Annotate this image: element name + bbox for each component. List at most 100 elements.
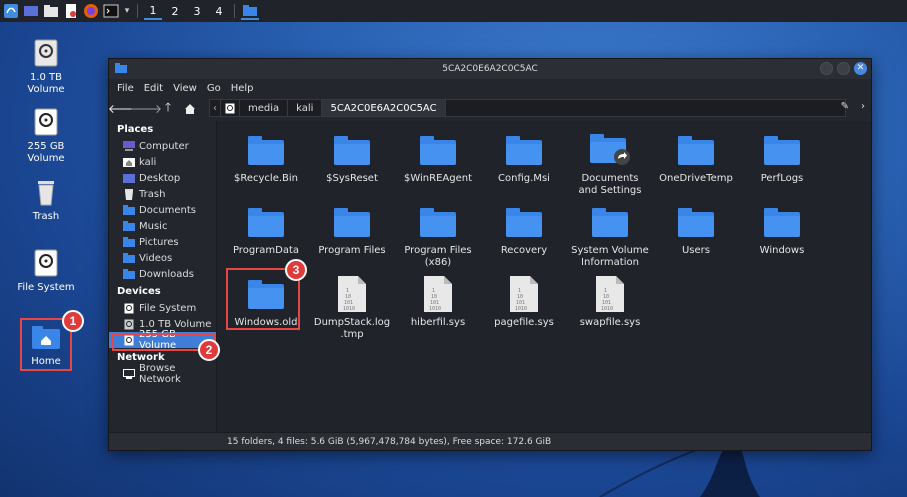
desktop-icon[interactable] xyxy=(23,3,39,19)
maximize-button[interactable] xyxy=(837,62,850,75)
binary-file-icon: 1 10 101 1010 xyxy=(332,274,372,314)
workspace-1[interactable]: 1 xyxy=(144,2,162,20)
minimize-button[interactable] xyxy=(820,62,833,75)
text-editor-icon[interactable] xyxy=(63,3,79,19)
file-item-recovery[interactable]: Recovery xyxy=(482,202,566,257)
file-item-label: $SysReset xyxy=(326,173,378,184)
sidebar-item-label: Desktop xyxy=(139,172,181,184)
desktop-icon-label: File System xyxy=(17,282,75,293)
path-crumb-media[interactable]: media xyxy=(240,100,289,116)
sidebar-item-file-system[interactable]: File System xyxy=(109,300,216,316)
file-item-pagefile-sys[interactable]: 1 10 101 1010 pagefile.sys xyxy=(482,274,566,329)
menu-edit[interactable]: Edit xyxy=(144,83,163,94)
sidebar-item-trash[interactable]: Trash xyxy=(109,186,216,202)
terminal-icon[interactable] xyxy=(103,3,119,19)
sidebar-item-downloads[interactable]: Downloads xyxy=(109,266,216,282)
file-item-dumpstack-log-tmp[interactable]: 1 10 101 1010 DumpStack.log.tmp xyxy=(310,274,394,341)
sidebar-item-label: Trash xyxy=(139,188,166,200)
workspace-3[interactable]: 3 xyxy=(188,2,206,20)
network-icon xyxy=(123,369,135,380)
desktop-folder-icon xyxy=(123,173,135,184)
window-titlebar[interactable]: 5CA2C0E6A2C0C5AC ✕ xyxy=(109,59,871,79)
home-icon[interactable] xyxy=(183,101,197,115)
desktop-icon-file-system[interactable]: File System xyxy=(16,248,76,294)
binary-file-icon: 1 10 101 1010 xyxy=(418,274,458,314)
sidebar-item-desktop[interactable]: Desktop xyxy=(109,170,216,186)
file-item-label: PerfLogs xyxy=(760,173,804,184)
desktop-icon-label: 255 GB Volume xyxy=(27,141,65,164)
file-item-recycle-bin[interactable]: $Recycle.Bin xyxy=(224,130,308,185)
path-scroll-left[interactable]: ‹ xyxy=(210,100,221,116)
desktop-icon-label: Trash xyxy=(32,211,60,222)
taskbar-file-manager[interactable] xyxy=(241,2,259,20)
sidebar-item-browse-network[interactable]: Browse Network xyxy=(109,363,216,385)
desktop-icon-trash[interactable]: Trash xyxy=(16,177,76,223)
menu-help[interactable]: Help xyxy=(231,83,254,94)
file-item-label: Recovery xyxy=(500,245,548,256)
kali-menu-icon[interactable] xyxy=(3,3,19,19)
desktop-icon-1tb-volume[interactable]: 1.0 TB Volume xyxy=(16,38,76,96)
file-item-label: swapfile.sys xyxy=(579,317,641,328)
folder-icon xyxy=(246,202,286,242)
file-item-swapfile-sys[interactable]: 1 10 101 1010 swapfile.sys xyxy=(568,274,652,329)
desktop-icon-label: 1.0 TB Volume xyxy=(27,72,65,95)
file-item-windows[interactable]: Windows xyxy=(740,202,824,257)
sidebar-item-computer[interactable]: Computer xyxy=(109,138,216,154)
file-item-label: DumpStack.log.tmp xyxy=(313,317,391,340)
file-item-system-volume-information[interactable]: System Volume Information xyxy=(568,202,652,269)
file-item-winreagent[interactable]: $WinREAgent xyxy=(396,130,480,185)
sidebar-item-videos[interactable]: Videos xyxy=(109,250,216,266)
svg-text:1010: 1010 xyxy=(601,306,613,312)
documents-folder-icon xyxy=(123,205,135,216)
close-button[interactable]: ✕ xyxy=(854,62,867,75)
workspace-4[interactable]: 4 xyxy=(210,2,228,20)
file-item-label: Config.Msi xyxy=(498,173,550,184)
up-arrow-icon[interactable]: 🡑 xyxy=(161,100,175,115)
forward-arrow-icon[interactable]: 🡒 xyxy=(130,101,162,116)
file-item-perflogs[interactable]: PerfLogs xyxy=(740,130,824,185)
sidebar-item-pictures[interactable]: Pictures xyxy=(109,234,216,250)
sidebar-item-music[interactable]: Music xyxy=(109,218,216,234)
sidebar-item-documents[interactable]: Documents xyxy=(109,202,216,218)
file-item-program-files-x86[interactable]: Program Files (x86) xyxy=(396,202,480,269)
trash-icon xyxy=(31,177,61,207)
path-scroll-right[interactable]: › xyxy=(861,101,865,112)
panel-separator xyxy=(234,4,235,18)
firefox-icon[interactable] xyxy=(83,3,99,19)
file-item-sysreset[interactable]: $SysReset xyxy=(310,130,394,185)
downloads-folder-icon xyxy=(123,269,135,280)
folder-icon xyxy=(762,202,802,242)
path-crumb-current[interactable]: 5CA2C0E6A2C0C5AC xyxy=(322,100,446,116)
menu-go[interactable]: Go xyxy=(207,83,221,94)
close-icon: ✕ xyxy=(856,63,865,73)
back-arrow-icon[interactable]: 🡐 xyxy=(108,101,140,116)
sidebar-item-kali[interactable]: kali xyxy=(109,154,216,170)
folder-icon xyxy=(676,202,716,242)
file-item-users[interactable]: Users xyxy=(654,202,738,257)
workspace-2[interactable]: 2 xyxy=(166,2,184,20)
file-item-label: hiberfil.sys xyxy=(410,317,466,328)
file-item-documents-and-settings[interactable]: Documents and Settings xyxy=(568,130,652,197)
file-item-program-files[interactable]: Program Files xyxy=(310,202,394,257)
file-item-programdata[interactable]: ProgramData xyxy=(224,202,308,257)
folder-icon xyxy=(590,202,630,242)
drive-icon xyxy=(123,303,135,314)
path-crumb-kali[interactable]: kali xyxy=(288,100,323,116)
drive-icon xyxy=(31,107,61,137)
edit-path-icon[interactable]: ✎ xyxy=(841,101,849,112)
chevron-down-icon[interactable]: ▾ xyxy=(123,3,131,19)
menu-file[interactable]: File xyxy=(117,83,134,94)
desktop-icon-255gb-volume[interactable]: 255 GB Volume xyxy=(16,107,76,165)
menu-view[interactable]: View xyxy=(173,83,197,94)
folder-icon xyxy=(762,130,802,170)
folder-icon xyxy=(504,202,544,242)
sidebar-item-label: Pictures xyxy=(139,236,179,248)
binary-file-icon: 1 10 101 1010 xyxy=(590,274,630,314)
sidebar-item-label: File System xyxy=(139,302,197,314)
file-item-hiberfil-sys[interactable]: 1 10 101 1010 hiberfil.sys xyxy=(396,274,480,329)
file-item-onedrivetemp[interactable]: OneDriveTemp xyxy=(654,130,738,185)
file-manager-icon[interactable] xyxy=(43,3,59,19)
file-item-config-msi[interactable]: Config.Msi xyxy=(482,130,566,185)
path-drive-button[interactable] xyxy=(221,100,240,116)
file-item-label: ProgramData xyxy=(232,245,300,256)
